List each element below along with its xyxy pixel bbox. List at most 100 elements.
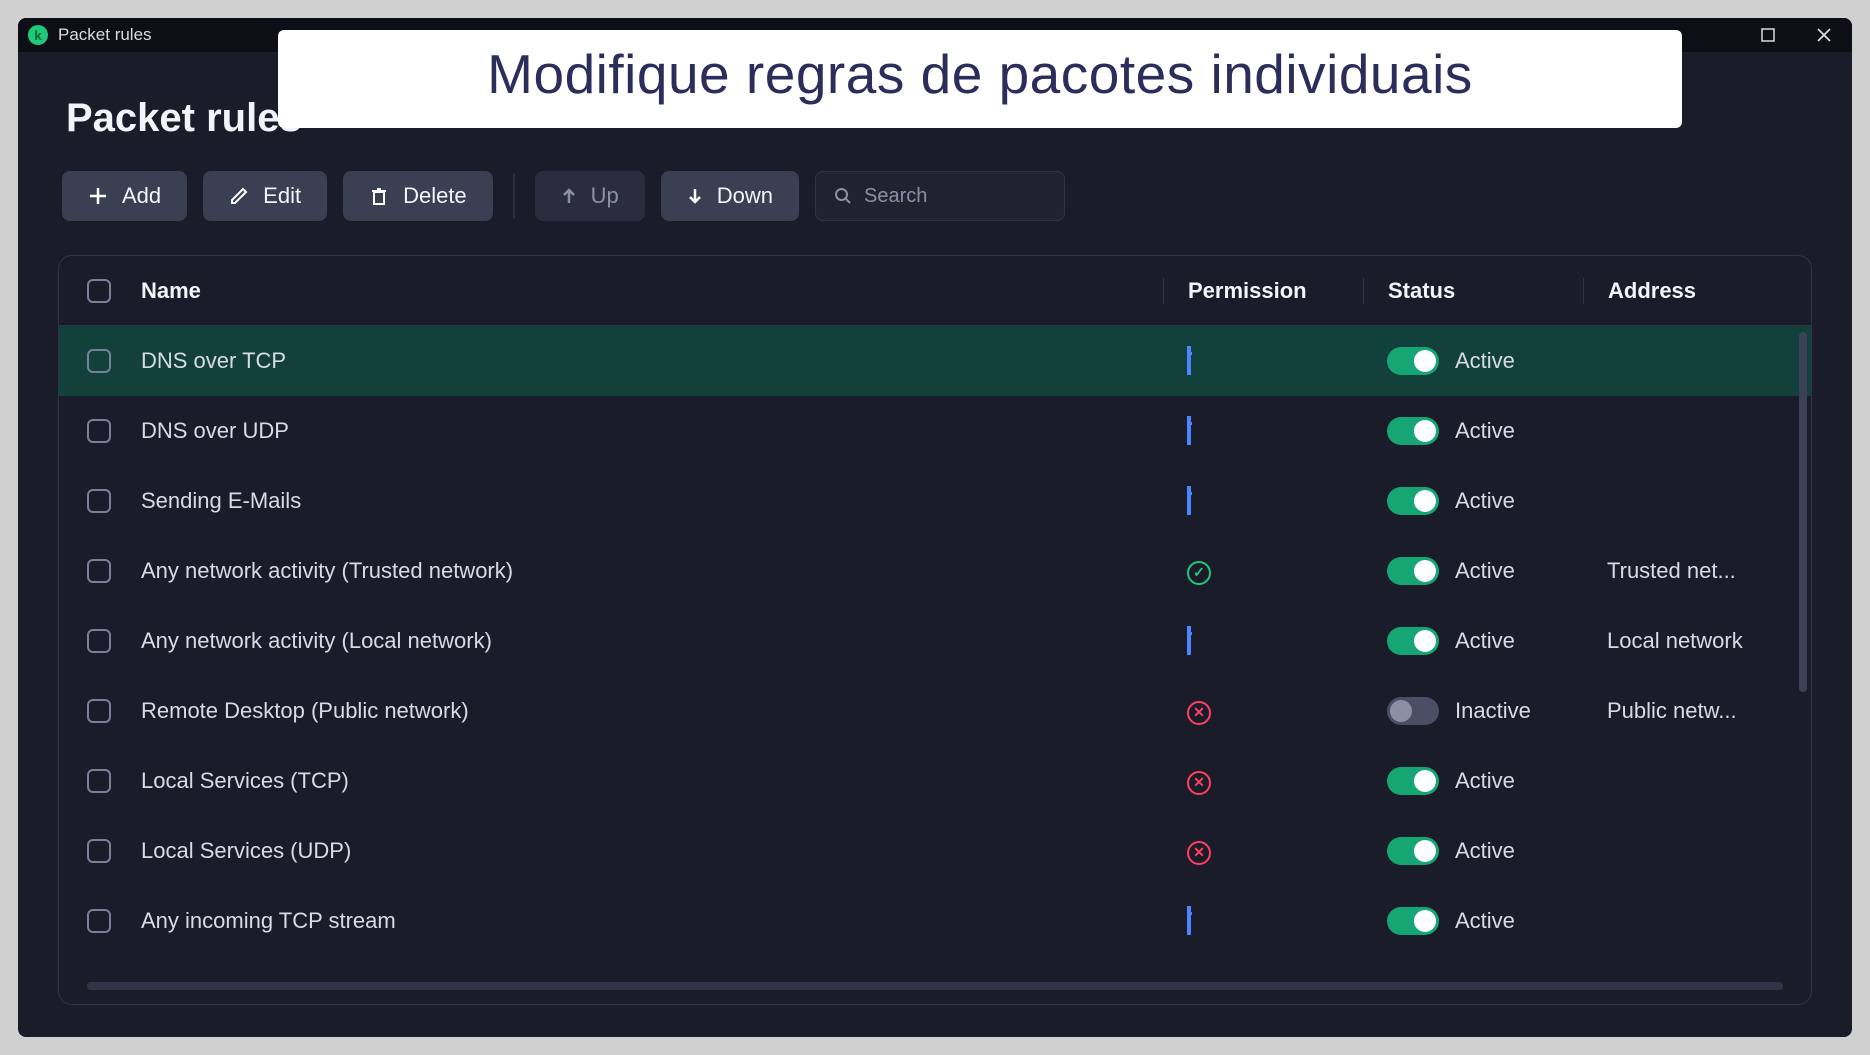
rule-name: Remote Desktop (Public network) (141, 698, 1163, 724)
column-header-permission[interactable]: Permission (1163, 278, 1363, 304)
status-toggle[interactable] (1387, 627, 1439, 655)
window-close-button[interactable] (1796, 18, 1852, 52)
row-checkbox[interactable] (87, 559, 111, 583)
down-button[interactable]: Down (661, 171, 799, 221)
table-row[interactable]: Any incoming TCP stream Active (59, 886, 1811, 956)
column-header-name[interactable]: Name (141, 278, 1163, 304)
edit-button[interactable]: Edit (203, 171, 327, 221)
row-checkbox[interactable] (87, 769, 111, 793)
rule-name: DNS over TCP (141, 348, 1163, 374)
rule-permission: ✕ (1163, 767, 1363, 795)
permission-deny-icon: ✕ (1187, 771, 1211, 795)
window-title: Packet rules (58, 25, 152, 45)
status-toggle[interactable] (1387, 837, 1439, 865)
pencil-icon (229, 186, 249, 206)
permission-deny-icon: ✕ (1187, 841, 1211, 865)
down-button-label: Down (717, 183, 773, 209)
permission-app-icon (1187, 626, 1191, 655)
rule-permission (1163, 908, 1363, 934)
up-button[interactable]: Up (535, 171, 645, 221)
status-toggle[interactable] (1387, 557, 1439, 585)
table-row[interactable]: Remote Desktop (Public network) ✕ Inactive… (59, 676, 1811, 746)
rule-name: Local Services (UDP) (141, 838, 1163, 864)
search-field[interactable] (815, 171, 1065, 221)
rules-table: Name Permission Status Address DNS over … (58, 255, 1812, 1005)
column-header-status[interactable]: Status (1363, 278, 1583, 304)
toolbar: Add Edit Delete Up Down (18, 141, 1852, 231)
rule-permission (1163, 628, 1363, 654)
status-toggle[interactable] (1387, 417, 1439, 445)
status-label: Active (1455, 348, 1515, 374)
rule-address: Trusted net... (1583, 558, 1783, 584)
rule-name: Any incoming TCP stream (141, 908, 1163, 934)
status-label: Inactive (1455, 698, 1531, 724)
window-maximize-button[interactable] (1740, 18, 1796, 52)
toolbar-separator (513, 174, 515, 218)
row-checkbox[interactable] (87, 909, 111, 933)
table-row[interactable]: DNS over TCP Active (59, 326, 1811, 396)
vertical-scrollbar[interactable] (1799, 332, 1807, 692)
rule-name: Any network activity (Local network) (141, 628, 1163, 654)
row-checkbox[interactable] (87, 839, 111, 863)
permission-app-icon (1187, 906, 1191, 935)
status-toggle[interactable] (1387, 697, 1439, 725)
permission-app-icon (1187, 346, 1191, 375)
row-checkbox[interactable] (87, 349, 111, 373)
rule-permission: ✕ (1163, 697, 1363, 725)
search-icon (834, 187, 852, 205)
table-row[interactable]: Local Services (UDP)✕Active (59, 816, 1811, 886)
annotation-banner: Modifique regras de pacotes individuais (278, 30, 1682, 128)
rule-address: Public netw... (1583, 698, 1783, 724)
column-header-address[interactable]: Address (1583, 278, 1783, 304)
horizontal-scrollbar[interactable] (87, 982, 1783, 990)
permission-deny-icon: ✕ (1187, 701, 1211, 725)
status-label: Active (1455, 628, 1515, 654)
delete-button[interactable]: Delete (343, 171, 493, 221)
app-window: k Packet rules Modifique regras de pacot… (18, 18, 1852, 1037)
rule-name: Sending E-Mails (141, 488, 1163, 514)
status-label: Active (1455, 488, 1515, 514)
row-checkbox[interactable] (87, 419, 111, 443)
table-header: Name Permission Status Address (59, 256, 1811, 326)
status-label: Active (1455, 418, 1515, 444)
rule-address: Local network (1583, 628, 1783, 654)
edit-button-label: Edit (263, 183, 301, 209)
select-all-checkbox[interactable] (87, 279, 111, 303)
permission-app-icon (1187, 416, 1191, 445)
status-toggle[interactable] (1387, 907, 1439, 935)
table-row[interactable]: Any network activity (Local network) Acti… (59, 606, 1811, 676)
row-checkbox[interactable] (87, 629, 111, 653)
search-input[interactable] (864, 185, 1046, 208)
row-checkbox[interactable] (87, 699, 111, 723)
add-button[interactable]: Add (62, 171, 187, 221)
status-label: Active (1455, 908, 1515, 934)
rule-permission (1163, 488, 1363, 514)
status-toggle[interactable] (1387, 487, 1439, 515)
rule-name: Any network activity (Trusted network) (141, 558, 1163, 584)
arrow-up-icon (561, 187, 577, 205)
table-row[interactable]: Any network activity (Trusted network) ✓ A… (59, 536, 1811, 606)
permission-allow-icon: ✓ (1187, 561, 1211, 585)
status-label: Active (1455, 558, 1515, 584)
app-logo-icon: k (28, 25, 48, 45)
trash-icon (369, 186, 389, 206)
rule-permission (1163, 348, 1363, 374)
rule-permission (1163, 418, 1363, 444)
table-row[interactable]: Local Services (TCP) ✕ Active (59, 746, 1811, 816)
table-row[interactable]: DNS over UDP Active (59, 396, 1811, 466)
rule-name: DNS over UDP (141, 418, 1163, 444)
arrow-down-icon (687, 187, 703, 205)
rule-name: Local Services (TCP) (141, 768, 1163, 794)
plus-icon (88, 186, 108, 206)
table-body: DNS over TCPActiveDNS over UDPActiveSend… (59, 326, 1811, 982)
close-icon (1817, 28, 1831, 42)
status-toggle[interactable] (1387, 767, 1439, 795)
status-toggle[interactable] (1387, 347, 1439, 375)
row-checkbox[interactable] (87, 489, 111, 513)
up-button-label: Up (591, 183, 619, 209)
square-icon (1761, 28, 1775, 42)
rule-permission: ✓ (1163, 557, 1363, 585)
table-row[interactable]: Sending E-Mails Active (59, 466, 1811, 536)
status-label: Active (1455, 768, 1515, 794)
rule-permission: ✕ (1163, 837, 1363, 865)
